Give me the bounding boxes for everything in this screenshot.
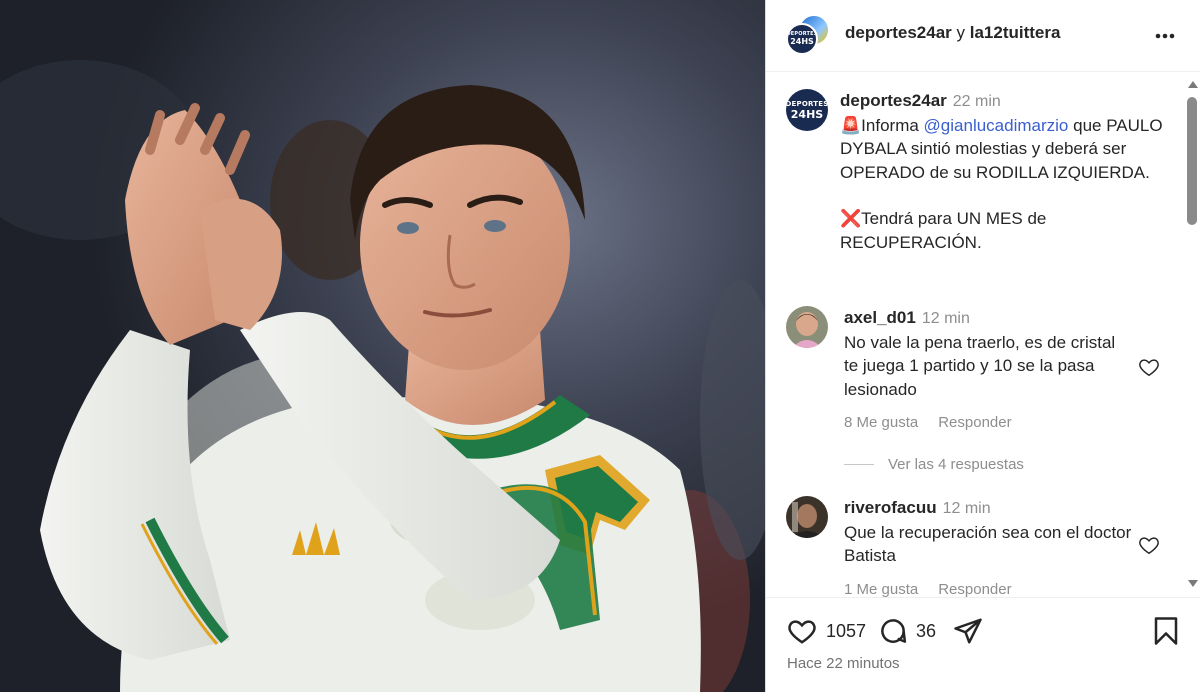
commenter-username-link[interactable]: axel_d01 xyxy=(844,308,916,327)
reply-button[interactable]: Responder xyxy=(938,414,1011,431)
caption-body-2: Tendrá para UN MES de RECUPERACIÓN. xyxy=(840,209,1047,252)
heart-icon xyxy=(788,620,816,644)
comment-time: 12 min xyxy=(921,310,970,327)
comment-button[interactable]: 36 xyxy=(878,616,936,646)
commenter-username-link[interactable]: riverofacuu xyxy=(844,498,937,517)
collab-avatars[interactable]: DEPORTES 24HS xyxy=(786,14,830,58)
authors-conjunction: y xyxy=(956,23,966,42)
comment-like-heart-icon[interactable] xyxy=(1138,356,1160,378)
save-button[interactable] xyxy=(1153,616,1179,646)
author-username-link[interactable]: deportes24ar xyxy=(845,23,952,42)
comment-time: 12 min xyxy=(942,500,991,517)
paper-plane-icon xyxy=(954,618,982,644)
scrollbar-thumb[interactable] xyxy=(1187,97,1197,225)
comment-like-heart-icon[interactable] xyxy=(1138,534,1160,556)
comment-bubble-icon xyxy=(881,619,907,643)
caption-author-avatar[interactable]: DEPORTES 24HS xyxy=(786,89,828,131)
comments-count[interactable]: 36 xyxy=(916,621,936,642)
comments-scroll-area[interactable]: DEPORTES 24HS deportes24ar 22 min 🚨Inform… xyxy=(766,73,1184,597)
scroll-down-arrow-icon[interactable] xyxy=(1188,580,1198,587)
siren-emoji: 🚨 xyxy=(840,115,862,135)
bookmark-icon xyxy=(1154,617,1178,645)
post-header: DEPORTES 24HS deportes24ar y la12tuitter… xyxy=(766,0,1200,72)
share-button[interactable] xyxy=(953,616,983,646)
like-button[interactable]: 1057 xyxy=(786,616,866,646)
post-authors: deportes24ar y la12tuittera xyxy=(845,23,1060,43)
reply-button[interactable]: Responder xyxy=(938,581,1011,598)
likes-count[interactable]: 1057 xyxy=(826,621,866,642)
mention-link[interactable]: @gianlucadimarzio xyxy=(924,116,1069,135)
collaborator-username-link[interactable]: la12tuittera xyxy=(970,23,1061,42)
player-photo-illustration xyxy=(0,0,765,692)
comment-text: riverofacuu 12 min Que la recuperación se… xyxy=(844,496,1134,597)
post-photo[interactable] xyxy=(0,0,765,692)
commenter-avatar[interactable] xyxy=(786,306,828,348)
comments-scrollbar[interactable] xyxy=(1184,73,1200,597)
more-options-icon[interactable] xyxy=(1153,24,1177,48)
post-side-panel: DEPORTES 24HS deportes24ar y la12tuitter… xyxy=(765,0,1200,692)
cross-emoji: ❌ xyxy=(840,209,862,228)
comment-likes[interactable]: 8 Me gusta xyxy=(844,414,918,431)
caption-username-link[interactable]: deportes24ar xyxy=(840,91,947,110)
comment-body: Que la recuperación sea con el doctor Ba… xyxy=(844,522,1132,566)
deportes24-logo: DEPORTES 24HS xyxy=(786,99,828,121)
comment-text: axel_d01 12 min No vale la pena traerlo, … xyxy=(844,306,1134,435)
comment-body: No vale la pena traerlo, es de cristal t… xyxy=(844,332,1116,399)
caption-text: deportes24ar 22 min 🚨Informa @gianlucadim… xyxy=(840,89,1170,254)
deportes24-logo: DEPORTES 24HS xyxy=(786,31,818,46)
commenter-avatar[interactable] xyxy=(786,496,828,538)
scroll-up-arrow-icon[interactable] xyxy=(1188,81,1198,88)
view-replies-link[interactable]: Ver las 4 respuestas xyxy=(844,456,1104,473)
post-action-bar: 1057 36 Hace 22 minutos xyxy=(766,597,1200,692)
caption-time: 22 min xyxy=(952,93,1001,110)
posted-time: Hace 22 minutos xyxy=(787,655,900,672)
view-replies-label[interactable]: Ver las 4 respuestas xyxy=(888,456,1024,473)
comment-likes[interactable]: 1 Me gusta xyxy=(844,581,918,598)
caption-intro: Informa xyxy=(861,115,919,135)
author-avatar[interactable]: DEPORTES 24HS xyxy=(786,23,818,55)
replies-divider xyxy=(844,464,874,465)
